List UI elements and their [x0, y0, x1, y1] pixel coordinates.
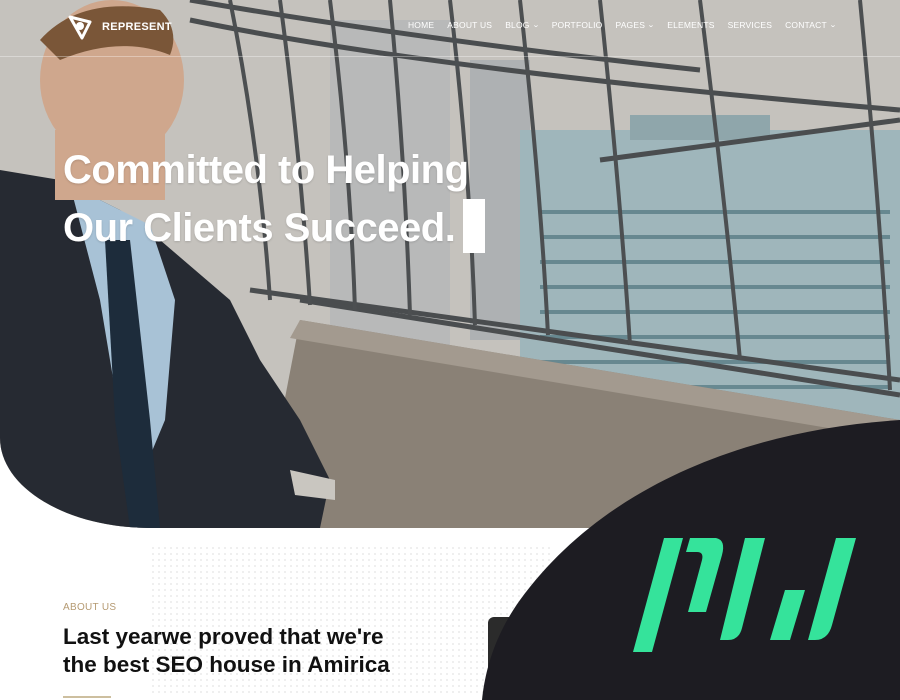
brand-logo[interactable]: REPRESENT	[66, 13, 172, 41]
triangle-logo-icon	[68, 15, 92, 40]
nav-item-label: PAGES	[615, 20, 646, 30]
hero-title-line-2-text: Our Clients Succeed.	[63, 206, 456, 250]
nav-item-label: PORTFOLIO	[551, 20, 603, 30]
nav-item-label: ABOUT US	[447, 20, 493, 30]
nav-item-label: CONTACT	[785, 20, 827, 30]
nav-item-pages[interactable]: PAGES ⌄	[615, 20, 654, 30]
nav-item-portfolio[interactable]: PORTFOLIO	[552, 20, 603, 30]
typing-cursor	[463, 199, 486, 253]
chevron-down-icon: ⌄	[829, 22, 837, 29]
nav-item-label: BLOG	[505, 20, 530, 30]
nav-item-label: SERVICES	[727, 20, 773, 30]
nav-item-services[interactable]: SERVICES	[728, 20, 772, 30]
nav-item-label: HOME	[407, 20, 435, 30]
nav-item-about-us[interactable]: ABOUT US	[447, 20, 492, 30]
hero-title: Committed to Helping Our Clients Succeed…	[63, 142, 486, 257]
about-heading-line-2: the best SEO house in Amirica	[63, 652, 390, 677]
nav-item-label: ELEMENTS	[667, 20, 715, 30]
chevron-down-icon: ⌄	[647, 22, 656, 29]
nav-item-home[interactable]: HOME	[408, 20, 434, 30]
nav-item-contact[interactable]: CONTACT ⌄	[785, 20, 837, 30]
about-heading-line-1: Last yearwe proved that we're	[63, 624, 384, 649]
about-heading: Last yearwe proved that we're the best S…	[63, 623, 483, 679]
nav-item-blog[interactable]: BLOG ⌄	[505, 20, 539, 30]
hero-title-line-1: Committed to Helping	[63, 148, 469, 192]
top-navigation: REPRESENT HOME ABOUT US BLOG ⌄ PORTFOLIO…	[0, 0, 900, 57]
chevron-down-icon: ⌄	[531, 22, 540, 29]
about-eyebrow: ABOUT US	[63, 602, 117, 613]
heading-underline	[63, 696, 111, 698]
nav-item-elements[interactable]: ELEMENTS	[667, 20, 714, 30]
page: REPRESENT HOME ABOUT US BLOG ⌄ PORTFOLIO…	[0, 0, 900, 700]
main-menu: HOME ABOUT US BLOG ⌄ PORTFOLIO PAGES ⌄ E…	[408, 20, 837, 30]
hero-title-line-2: Our Clients Succeed.	[63, 199, 486, 257]
brand-name: REPRESENT	[102, 21, 172, 33]
